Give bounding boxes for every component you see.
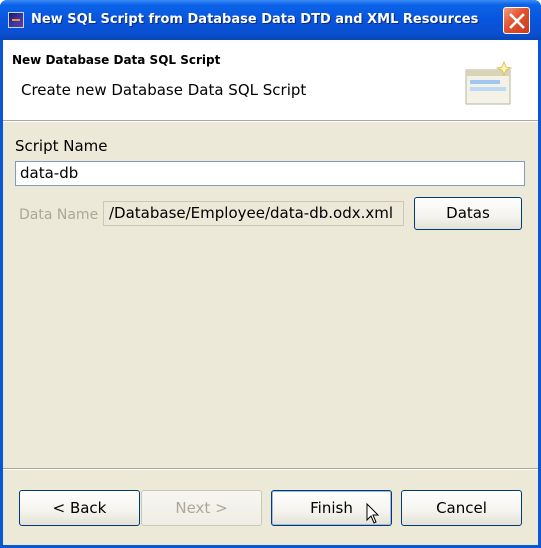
window-title: New SQL Script from Database Data DTD an… xyxy=(31,12,479,27)
cancel-button[interactable]: Cancel xyxy=(401,490,522,526)
footer-separator xyxy=(3,468,538,470)
wizard-description: Create new Database Data SQL Script xyxy=(21,81,307,99)
wizard-banner-icon xyxy=(465,60,513,105)
title-bar[interactable]: New SQL Script from Database Data DTD an… xyxy=(0,0,541,40)
wizard-header: New Database Data SQL Script Create new … xyxy=(3,40,538,121)
back-button[interactable]: < Back xyxy=(19,490,140,526)
close-icon xyxy=(509,13,525,29)
datas-button[interactable]: Datas xyxy=(414,197,522,230)
dialog-client-area: New Database Data SQL Script Create new … xyxy=(3,40,538,545)
header-separator xyxy=(3,121,538,122)
data-name-field: /Database/Employee/data-db.odx.xml xyxy=(103,201,404,226)
next-button[interactable]: Next > xyxy=(141,490,262,526)
dialog-window: New SQL Script from Database Data DTD an… xyxy=(0,0,541,548)
script-name-label: Script Name xyxy=(15,137,108,155)
data-name-label: Data Name xyxy=(19,207,99,223)
eclipse-app-icon xyxy=(8,12,24,28)
wizard-title: New Database Data SQL Script xyxy=(12,53,221,67)
script-name-input[interactable]: data-db xyxy=(15,161,525,186)
close-button[interactable] xyxy=(503,7,530,34)
mouse-cursor-icon xyxy=(366,503,380,524)
